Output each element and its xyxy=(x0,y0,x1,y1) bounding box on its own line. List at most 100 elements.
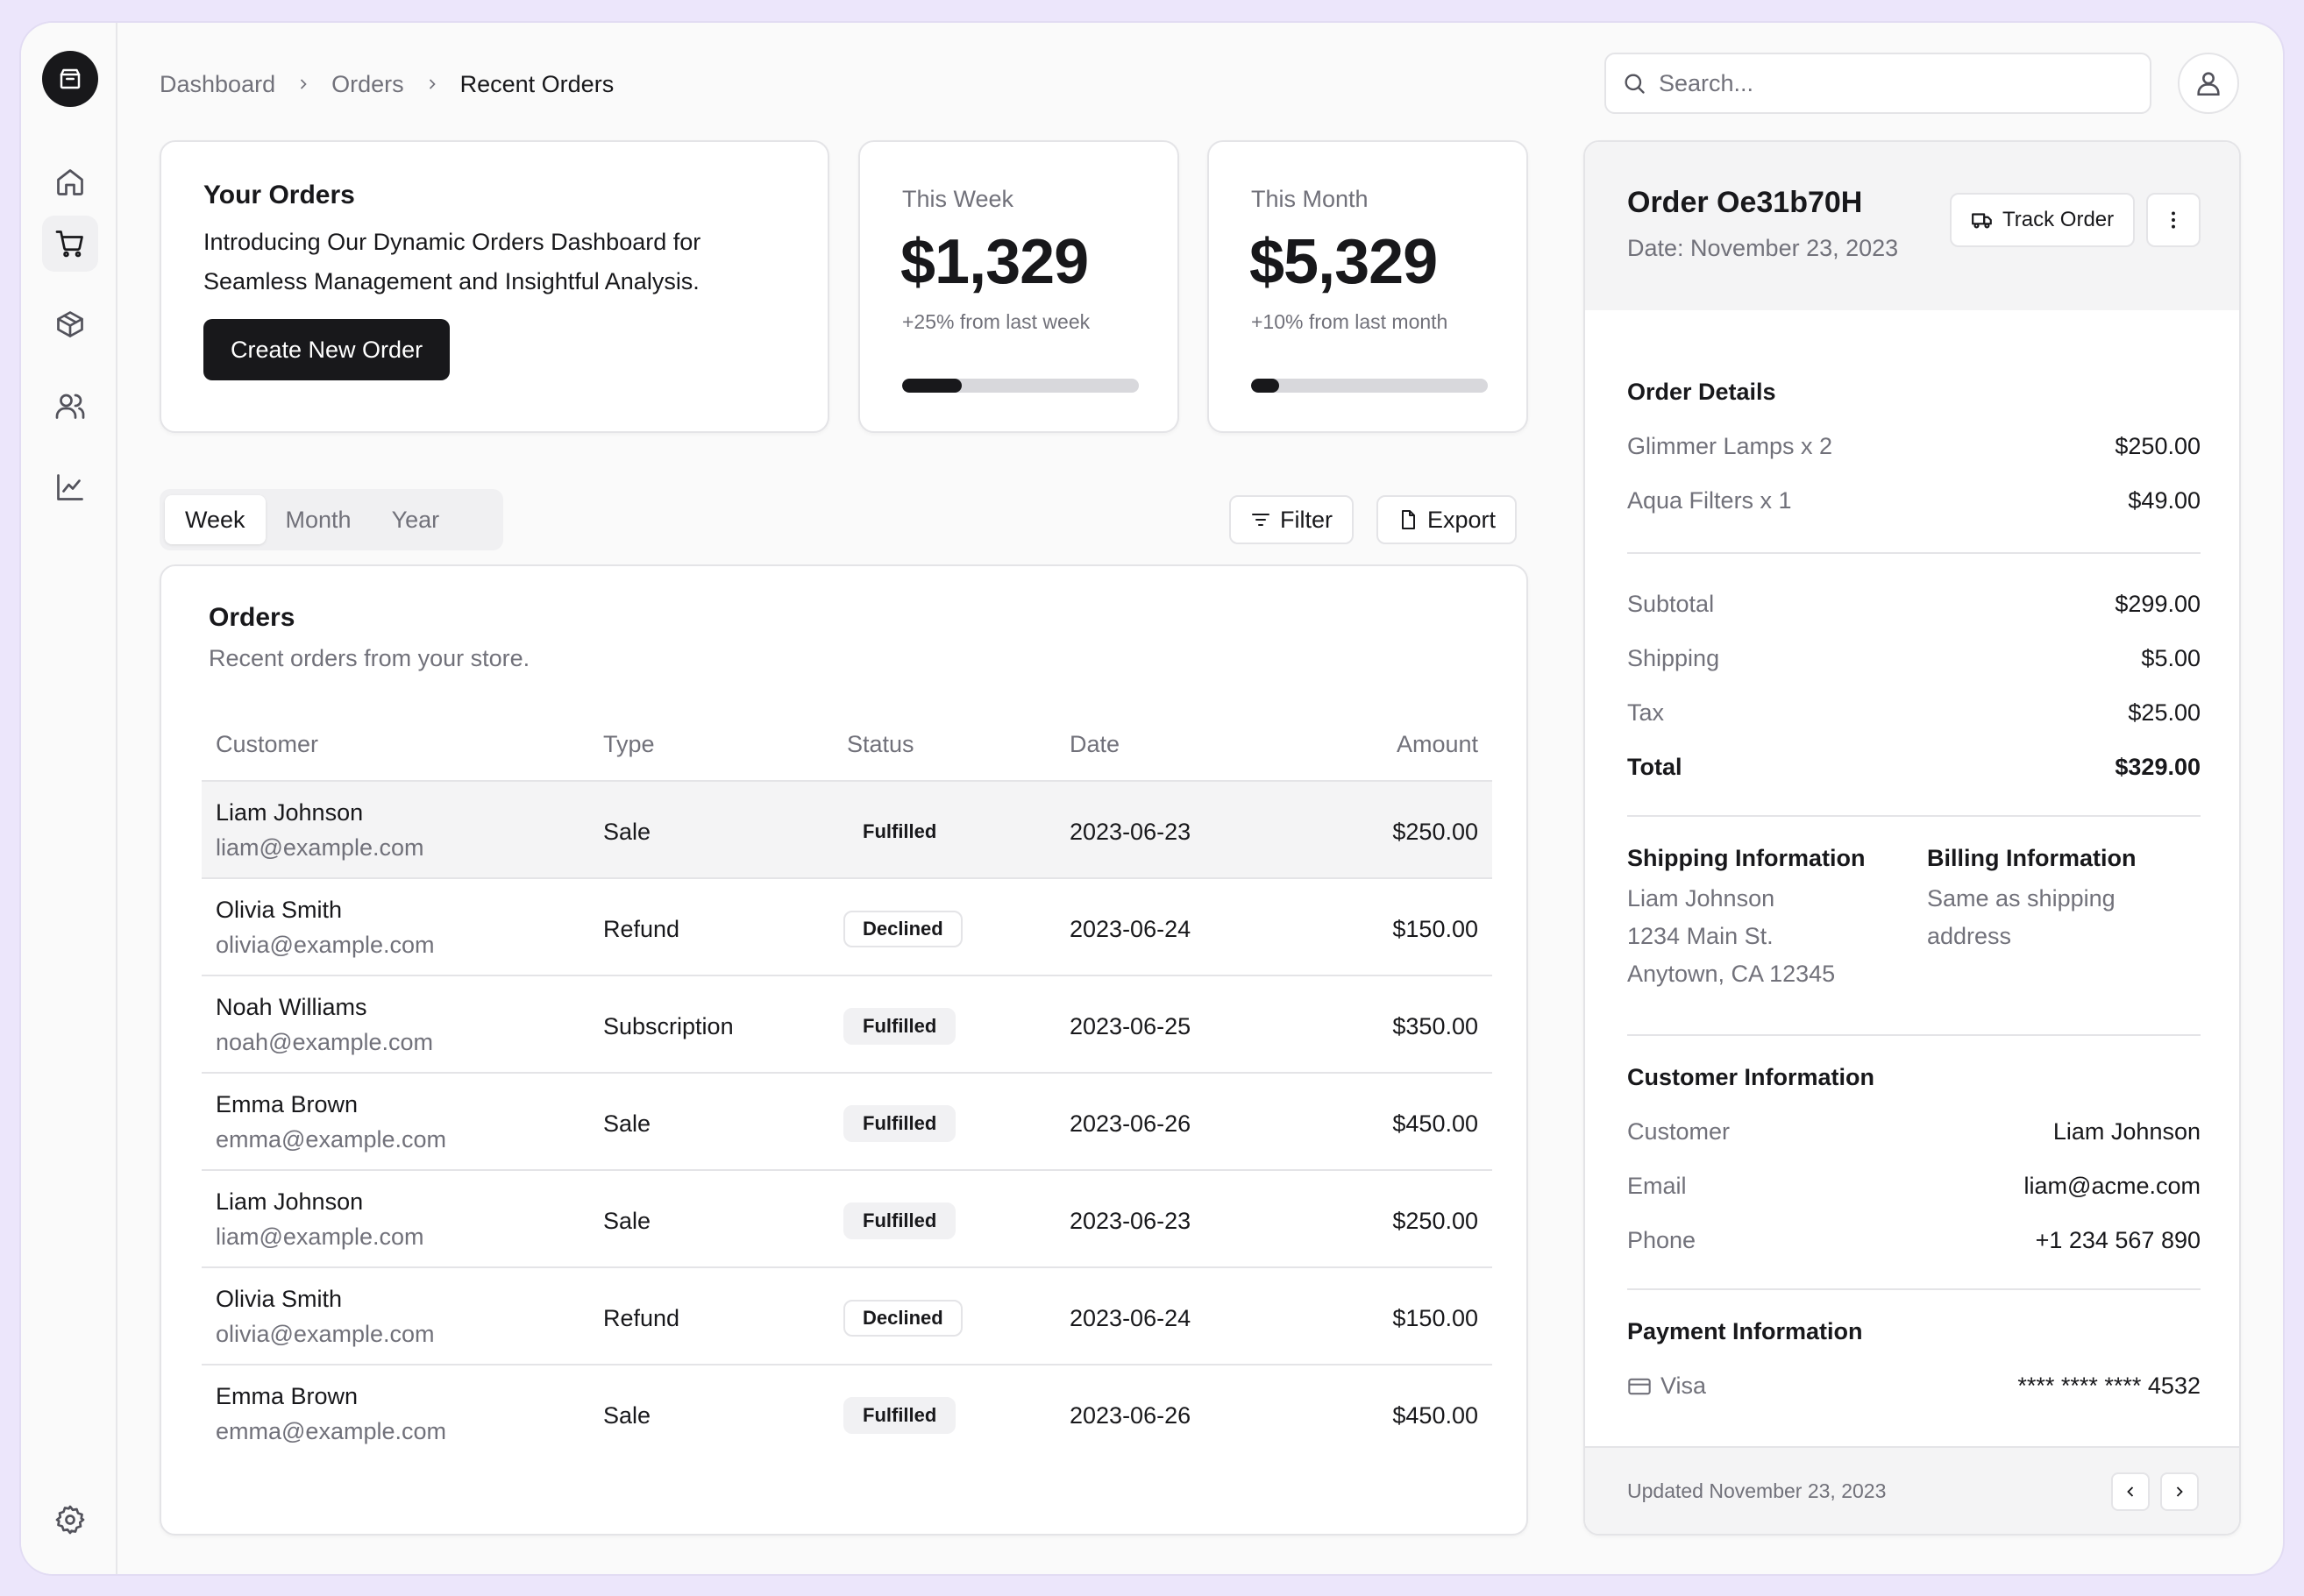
status-badge: Fulfilled xyxy=(843,1202,956,1239)
table-row[interactable]: Olivia Smith olivia@example.com Refund D… xyxy=(202,877,1492,975)
sidebar-item-products[interactable] xyxy=(42,296,98,352)
shipping-info-title: Shipping Information xyxy=(1627,845,1866,871)
breadcrumb-current: Recent Orders xyxy=(459,70,615,97)
divider xyxy=(1627,1034,2201,1036)
customer-name: Liam Johnson xyxy=(216,799,364,826)
column-customer[interactable]: Customer xyxy=(216,731,318,758)
create-order-button[interactable]: Create New Order xyxy=(203,319,451,380)
logo[interactable] xyxy=(42,51,98,107)
order-type: Sale xyxy=(603,1208,651,1234)
sidebar-item-settings[interactable] xyxy=(42,1492,98,1548)
stat-card-month: This Month $5,329 +10% from last month xyxy=(1207,140,1528,433)
sidebar-item-orders[interactable] xyxy=(42,216,98,272)
order-type: Sale xyxy=(603,1110,651,1137)
tab-week[interactable]: Week xyxy=(165,495,266,544)
table-row[interactable]: Liam Johnson liam@example.com Sale Fulfi… xyxy=(202,780,1492,877)
sidebar-item-analytics[interactable] xyxy=(42,459,98,515)
table-row[interactable]: Noah Williams noah@example.com Subscript… xyxy=(202,975,1492,1072)
order-amount: $150.00 xyxy=(1392,1305,1478,1331)
order-details-title: Order Details xyxy=(1627,379,1776,405)
payment-info-title: Payment Information xyxy=(1627,1318,1863,1344)
customer-name: Olivia Smith xyxy=(216,897,343,923)
home-icon xyxy=(57,169,83,195)
status-badge: Fulfilled xyxy=(843,1105,956,1142)
users-icon xyxy=(55,394,85,419)
order-amount: $150.00 xyxy=(1392,916,1478,942)
item-label: Aqua Filters x 1 xyxy=(1627,487,1792,514)
info-value[interactable]: +1 234 567 890 xyxy=(2036,1227,2201,1254)
summary-label: Tax xyxy=(1627,699,1665,726)
order-type: Refund xyxy=(603,1305,680,1331)
chevron-right-icon xyxy=(295,75,312,93)
intro-description: Introducing Our Dynamic Orders Dashboard… xyxy=(203,229,701,294)
order-amount: $250.00 xyxy=(1392,1208,1478,1234)
orders-subtitle: Recent orders from your store. xyxy=(209,645,530,671)
user-avatar-button[interactable] xyxy=(2178,53,2239,114)
status-badge: Fulfilled xyxy=(843,1008,956,1045)
address-line: Same as shipping xyxy=(1927,885,2116,911)
progress-fill xyxy=(902,379,962,393)
sidebar-item-customers[interactable] xyxy=(42,378,98,434)
order-detail-header xyxy=(1585,142,2239,310)
summary-label: Shipping xyxy=(1627,645,1720,671)
sidebar-item-home[interactable] xyxy=(42,154,98,210)
info-value[interactable]: liam@acme.com xyxy=(2024,1173,2201,1200)
customer-email: liam@example.com xyxy=(216,834,424,861)
package-icon xyxy=(57,311,83,337)
order-date: 2023-06-23 xyxy=(1070,1208,1191,1234)
divider xyxy=(1627,552,2201,554)
order-amount: $450.00 xyxy=(1392,1110,1478,1137)
intro-title: Your Orders xyxy=(203,181,355,209)
customer-name: Noah Williams xyxy=(216,994,367,1020)
column-date[interactable]: Date xyxy=(1070,731,1120,758)
track-order-label: Track Order xyxy=(2002,208,2115,231)
track-order-button[interactable]: Track Order xyxy=(1950,193,2136,247)
orders-card: Orders Recent orders from your store. Cu… xyxy=(160,564,1528,1536)
payment-method-label: Visa xyxy=(1660,1373,1707,1399)
table-row[interactable]: Emma Brown emma@example.com Sale Fulfill… xyxy=(202,1072,1492,1169)
customer-name: Liam Johnson xyxy=(216,1188,364,1215)
order-detail-footer: Updated November 23, 2023 xyxy=(1585,1446,2239,1534)
column-amount[interactable]: Amount xyxy=(1397,731,1478,758)
table-row[interactable]: Olivia Smith olivia@example.com Refund D… xyxy=(202,1266,1492,1364)
column-type[interactable]: Type xyxy=(603,731,655,758)
chevron-left-icon xyxy=(2127,1486,2134,1497)
order-amount: $350.00 xyxy=(1392,1013,1478,1039)
table-row[interactable]: Emma Brown emma@example.com Sale Fulfill… xyxy=(202,1364,1492,1461)
search-box[interactable] xyxy=(1604,53,2151,114)
updated-text: Updated November 23, 2023 xyxy=(1627,1479,1887,1502)
address-line: Liam Johnson xyxy=(1627,885,1775,911)
address-line: address xyxy=(1927,923,2012,949)
previous-order-button[interactable] xyxy=(2111,1472,2150,1511)
tab-month[interactable]: Month xyxy=(266,495,372,544)
gear-icon xyxy=(55,1505,85,1535)
table-row[interactable]: Liam Johnson liam@example.com Sale Fulfi… xyxy=(202,1169,1492,1266)
customer-email: noah@example.com xyxy=(216,1029,434,1055)
more-vertical-icon xyxy=(2172,211,2175,229)
customer-info-title: Customer Information xyxy=(1627,1064,1875,1090)
order-amount: $250.00 xyxy=(1392,819,1478,845)
customer-email: emma@example.com xyxy=(216,1126,446,1153)
line-chart-icon xyxy=(57,474,83,500)
tab-year[interactable]: Year xyxy=(372,495,460,544)
column-status[interactable]: Status xyxy=(847,731,914,758)
filter-button[interactable]: Filter xyxy=(1229,495,1354,544)
search-input[interactable] xyxy=(1659,69,2115,97)
item-label: Glimmer Lamps x 2 xyxy=(1627,433,1833,459)
summary-value: $5.00 xyxy=(2141,645,2201,671)
export-button[interactable]: Export xyxy=(1376,495,1518,544)
chevron-right-icon xyxy=(2176,1486,2183,1497)
item-value: $250.00 xyxy=(2115,433,2201,459)
more-options-button[interactable] xyxy=(2146,193,2201,247)
breadcrumb-dashboard[interactable]: Dashboard xyxy=(160,71,275,98)
stat-card-week: This Week $1,329 +25% from last week xyxy=(858,140,1179,433)
divider xyxy=(1627,1288,2201,1290)
orders-rows: Liam Johnson liam@example.com Sale Fulfi… xyxy=(202,780,1492,1461)
app-window: Dashboard Orders Recent Orders Your Orde… xyxy=(21,23,2283,1574)
next-order-button[interactable] xyxy=(2160,1472,2199,1511)
breadcrumb-orders[interactable]: Orders xyxy=(331,71,404,98)
order-date: 2023-06-26 xyxy=(1070,1402,1191,1429)
progress-bar xyxy=(902,379,1139,393)
address-line: Anytown, CA 12345 xyxy=(1627,961,1836,987)
customer-email: olivia@example.com xyxy=(216,1321,435,1347)
